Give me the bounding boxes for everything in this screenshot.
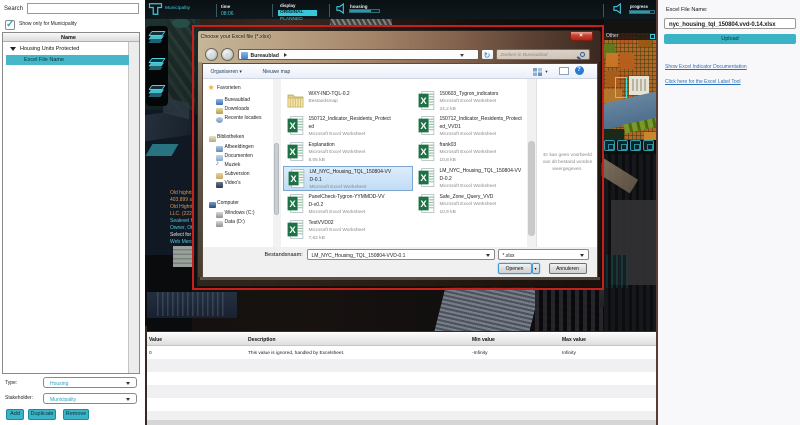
svg-text:X: X — [289, 199, 296, 210]
svg-text:X: X — [420, 199, 427, 210]
svg-text:X: X — [420, 173, 427, 184]
svg-text:X: X — [289, 147, 296, 158]
svg-text:X: X — [289, 225, 296, 236]
svg-text:X: X — [420, 147, 427, 158]
svg-text:X: X — [420, 121, 427, 132]
svg-text:X: X — [290, 174, 297, 185]
svg-text:X: X — [289, 121, 296, 132]
svg-text:X: X — [420, 96, 427, 107]
